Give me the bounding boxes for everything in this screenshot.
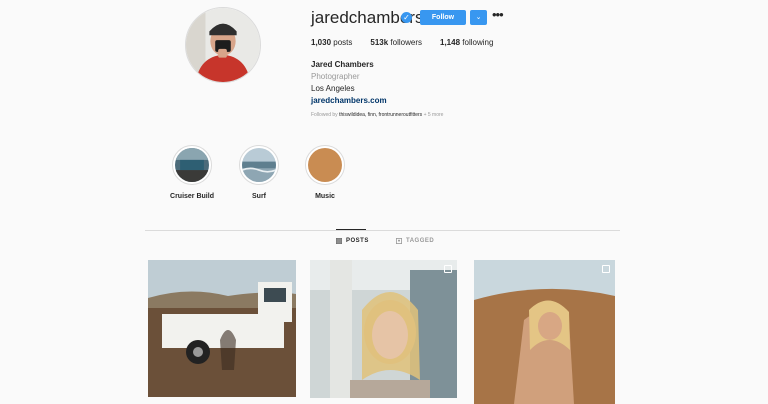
followed-by-names: thiswildidea, finn, frontrunneroutfitter… bbox=[339, 112, 423, 118]
tab-posts-label: POSTS bbox=[346, 238, 369, 244]
post-thumbnail-beach[interactable] bbox=[474, 260, 615, 404]
highlight-music[interactable]: Music bbox=[297, 145, 353, 200]
profile-avatar[interactable] bbox=[185, 7, 261, 83]
tabs-divider bbox=[145, 230, 620, 231]
highlight-ring bbox=[239, 145, 279, 185]
highlight-cover-truck bbox=[175, 148, 209, 182]
suggestions-dropdown-button[interactable]: ⌄ bbox=[470, 10, 487, 25]
followed-by-prefix: Followed by bbox=[311, 112, 340, 118]
profile-full-name: Jared Chambers bbox=[311, 60, 374, 69]
highlight-label: Surf bbox=[252, 193, 266, 200]
highlight-cover-ocean bbox=[242, 148, 276, 182]
profile-location: Los Angeles bbox=[311, 84, 355, 93]
followed-by-text[interactable]: Followed by thiswildidea, finn, frontrun… bbox=[311, 112, 443, 118]
post-thumbnail-truck[interactable] bbox=[148, 260, 296, 397]
posts-label: posts bbox=[333, 38, 353, 47]
multiple-photos-icon bbox=[602, 265, 610, 273]
posts-count: 1,030 bbox=[311, 38, 332, 47]
post-thumbnail-portrait[interactable] bbox=[310, 260, 457, 398]
follow-button[interactable]: Follow bbox=[420, 10, 466, 25]
highlight-cruiser-build[interactable]: Cruiser Build bbox=[164, 145, 220, 200]
tab-tagged[interactable]: TAGGED bbox=[396, 238, 434, 244]
profile-stats: 1,030 posts 513k followers 1,148 followi… bbox=[311, 38, 493, 47]
following-label: following bbox=[462, 38, 494, 47]
stat-posts: 1,030 posts bbox=[311, 38, 352, 47]
profile-bio: Photographer bbox=[311, 72, 360, 81]
more-options-icon[interactable]: ••• bbox=[492, 8, 506, 25]
followed-by-suffix: + 5 more bbox=[422, 112, 444, 118]
stat-followers[interactable]: 513k followers bbox=[370, 38, 422, 47]
following-count: 1,148 bbox=[440, 38, 461, 47]
highlight-ring bbox=[172, 145, 212, 185]
highlight-label: Cruiser Build bbox=[170, 193, 214, 200]
followers-count: 513k bbox=[370, 38, 389, 47]
profile-website-link[interactable]: jaredchambers.com bbox=[311, 96, 387, 105]
tab-posts[interactable]: POSTS bbox=[336, 238, 369, 244]
followers-label: followers bbox=[390, 38, 422, 47]
tab-tagged-label: TAGGED bbox=[406, 238, 435, 244]
verified-badge-icon: ✓ bbox=[401, 12, 412, 23]
multiple-photos-icon bbox=[444, 265, 452, 273]
highlight-ring bbox=[305, 145, 345, 185]
tag-icon bbox=[396, 238, 402, 244]
highlight-surf[interactable]: Surf bbox=[231, 145, 287, 200]
highlight-label: Music bbox=[315, 193, 335, 200]
highlight-cover-solid bbox=[308, 148, 342, 182]
active-tab-indicator bbox=[336, 229, 366, 230]
grid-icon bbox=[336, 238, 342, 244]
stat-following[interactable]: 1,148 following bbox=[440, 38, 493, 47]
